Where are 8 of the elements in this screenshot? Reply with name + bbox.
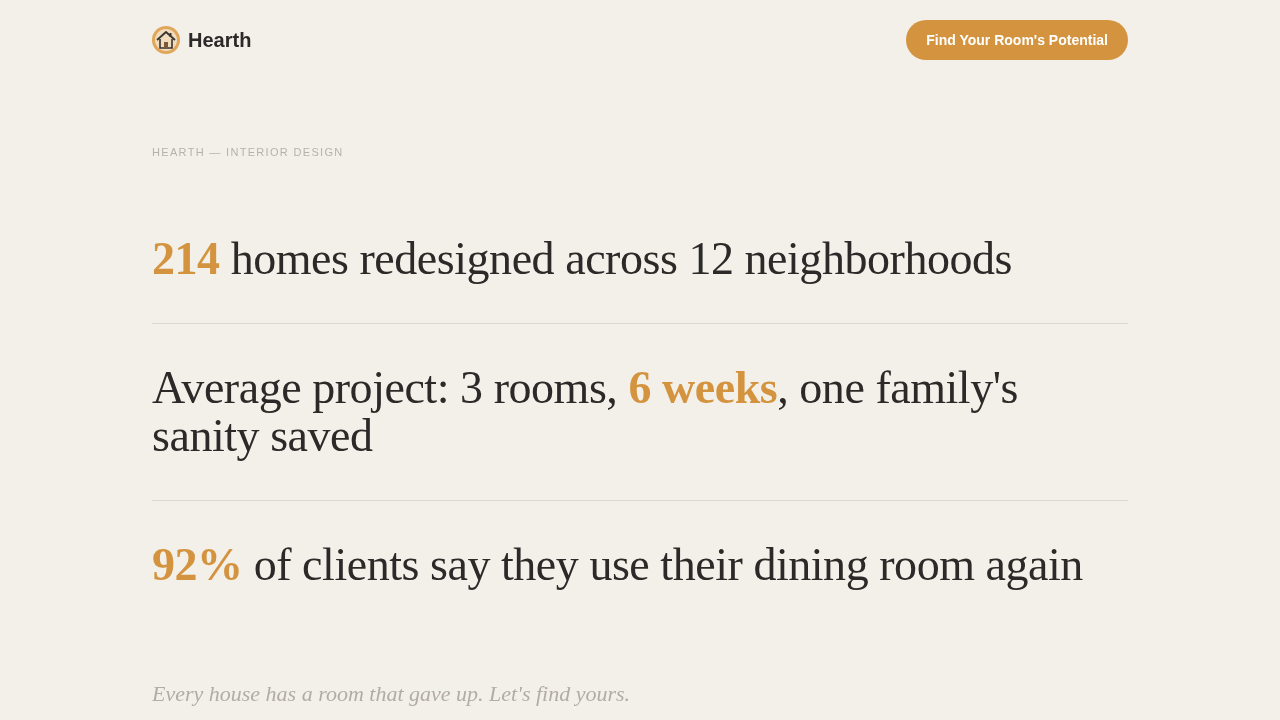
eyebrow-label: HEARTH — INTERIOR DESIGN [152, 145, 344, 159]
stat-statement: 214 homes redesigned across 12 neighborhoods [152, 235, 1013, 283]
house-logo-icon [152, 26, 180, 54]
cta-button[interactable]: Find Your Room's Potential [906, 20, 1128, 60]
brand-name: Hearth [188, 30, 252, 50]
stat-statement: Average project: 3 rooms, 6 weeks, one family's sanity saved [152, 364, 1019, 460]
stat-statement: 92% of clients say they use their dining room again [152, 541, 1084, 589]
tagline-text: Every house has a room that gave up. Let's find yours. [152, 681, 631, 707]
